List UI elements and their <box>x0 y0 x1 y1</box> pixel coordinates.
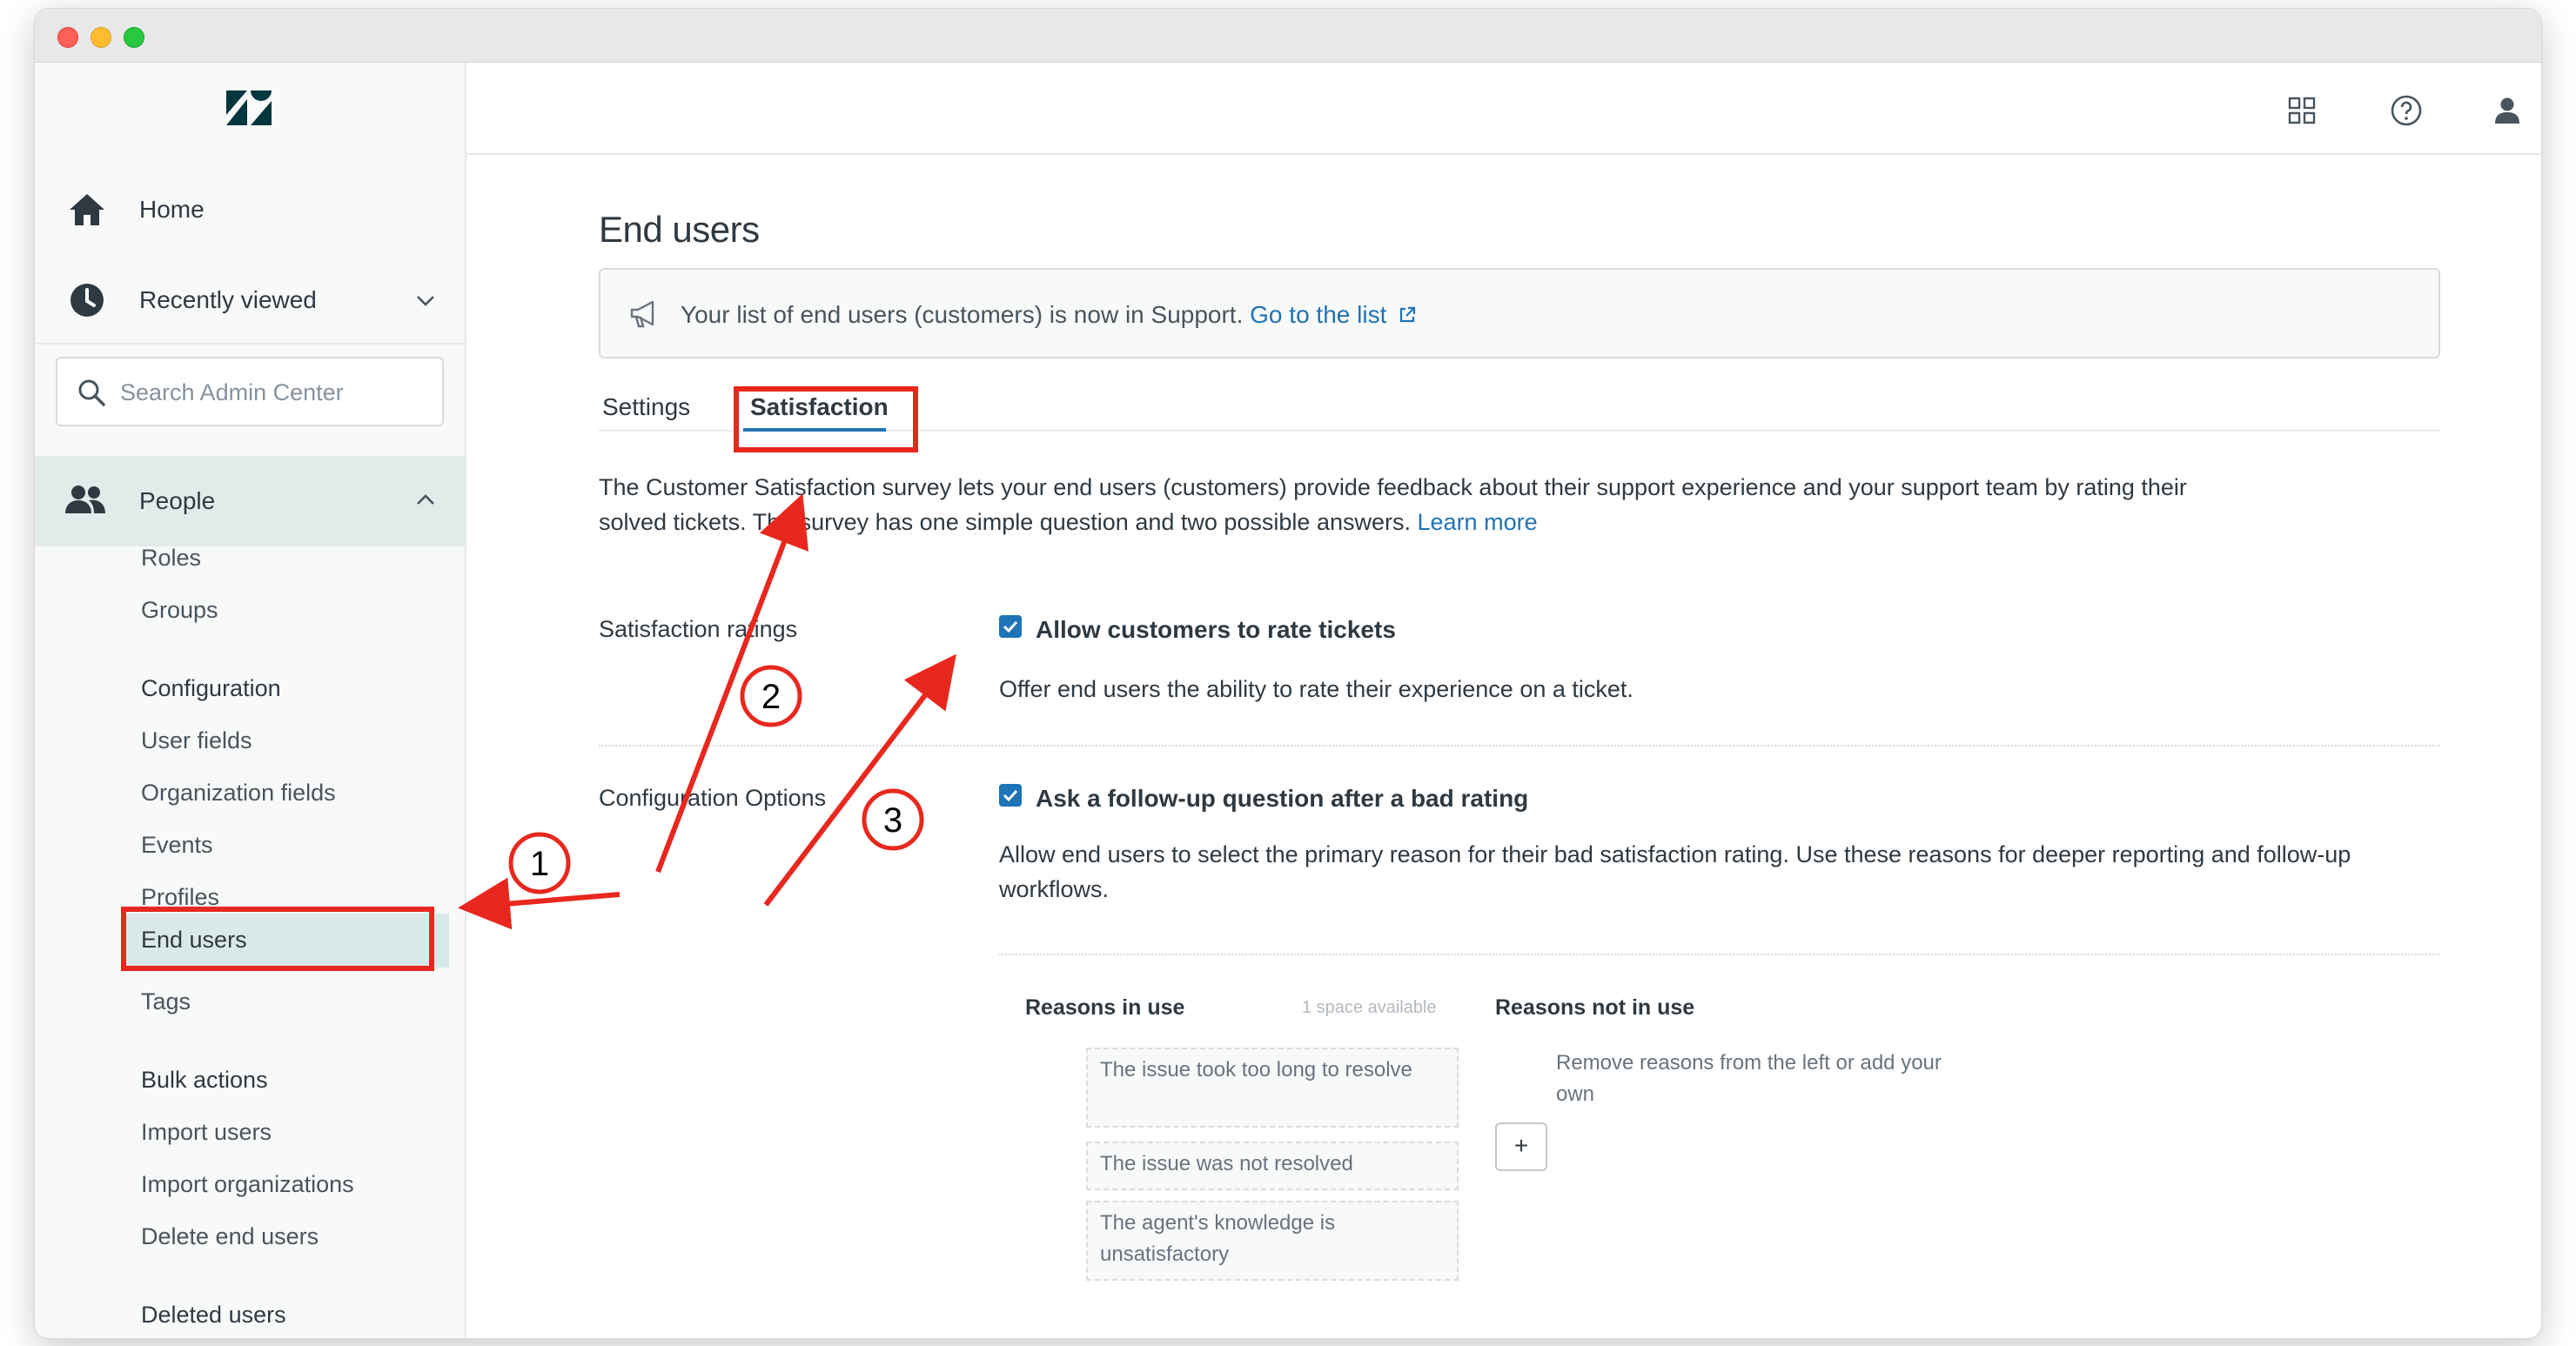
sidebar-item-label: Home <box>139 196 205 223</box>
chevron-down-icon[interactable] <box>414 289 437 311</box>
sidebar-subitem-roles[interactable]: Roles <box>141 545 201 572</box>
sidebar-item-label: Recently viewed <box>139 286 317 313</box>
title-bar <box>35 9 2541 63</box>
close-window-button[interactable] <box>57 27 78 48</box>
sidebar-item-label: People <box>139 487 216 514</box>
browser-window: Home Recently viewed Search Admin Center <box>35 9 2541 1338</box>
sidebar-item-home[interactable]: Home <box>35 171 466 249</box>
reasons-not-in-use-heading: Reasons not in use <box>1495 995 1695 1020</box>
search-admin-center-input[interactable]: Search Admin Center <box>56 357 444 426</box>
search-icon <box>78 379 105 406</box>
zoom-window-button[interactable] <box>124 27 144 48</box>
allow-rating-hint: Offer end users the ability to rate thei… <box>999 676 1633 702</box>
sidebar-subitem-import-organizations[interactable]: Import organizations <box>141 1171 354 1198</box>
home-icon <box>70 194 104 225</box>
reason-card[interactable]: The issue took too long to resolve <box>1086 1048 1459 1128</box>
reason-card[interactable]: The issue was not resolved <box>1086 1142 1459 1190</box>
sidebar-heading-configuration: Configuration <box>141 675 281 701</box>
chevron-up-icon[interactable] <box>414 489 437 512</box>
not-in-use-hint: Remove reasons from the left or add your… <box>1556 1051 1942 1106</box>
minimize-window-button[interactable] <box>91 27 111 48</box>
sidebar-heading-bulk-actions: Bulk actions <box>141 1067 268 1093</box>
top-bar <box>466 63 2541 155</box>
user-avatar-icon[interactable] <box>2491 94 2524 127</box>
sidebar-subitem-user-fields[interactable]: User fields <box>141 727 252 754</box>
sidebar-item-people[interactable]: People <box>35 456 466 546</box>
zendesk-logo-icon[interactable] <box>225 89 273 127</box>
sidebar-subitem-events[interactable]: Events <box>141 832 213 859</box>
help-icon[interactable] <box>2390 94 2423 127</box>
sidebar-subitem-delete-end-users[interactable]: Delete end users <box>141 1223 319 1250</box>
people-icon <box>65 485 105 513</box>
sidebar-item-recently-viewed[interactable]: Recently viewed <box>35 261 466 339</box>
admin-sidebar: Home Recently viewed Search Admin Center <box>35 63 466 1338</box>
page-title: End users <box>599 209 760 250</box>
learn-more-link[interactable]: Learn more <box>1418 509 1538 535</box>
sidebar-subitem-tags[interactable]: Tags <box>141 988 191 1015</box>
followup-question-checkbox[interactable] <box>999 784 1022 807</box>
external-link-icon <box>1400 306 1416 323</box>
satisfaction-description: The Customer Satisfaction survey lets yo… <box>599 470 2252 539</box>
clock-icon <box>70 284 104 317</box>
notice-banner: Your list of end users (customers) is no… <box>599 268 2440 358</box>
sidebar-subitem-groups[interactable]: Groups <box>141 597 218 624</box>
go-to-list-link[interactable]: Go to the list <box>1250 301 1386 328</box>
section-divider <box>599 745 2440 747</box>
reason-card[interactable]: The agent's knowledge is unsatisfactory <box>1086 1201 1459 1281</box>
sidebar-subitem-import-users[interactable]: Import users <box>141 1119 272 1146</box>
main-content: End users Your list of end users (custom… <box>466 157 2541 1338</box>
sidebar-divider <box>35 343 466 345</box>
add-reason-button[interactable]: + <box>1495 1122 1547 1171</box>
followup-question-label[interactable]: Ask a follow-up question after a bad rat… <box>1036 785 1528 813</box>
sidebar-item-deleted-users[interactable]: Deleted users <box>141 1302 286 1329</box>
sidebar-subitem-label: End users <box>141 927 247 953</box>
satisfaction-ratings-label: Satisfaction ratings <box>599 616 798 642</box>
reasons-divider <box>999 954 2440 955</box>
tab-satisfaction[interactable]: Satisfaction <box>750 393 889 421</box>
megaphone-icon <box>630 300 654 328</box>
sidebar-subitem-organization-fields[interactable]: Organization fields <box>141 780 336 807</box>
followup-question-hint: Allow end users to select the primary re… <box>999 841 2351 902</box>
products-grid-icon[interactable] <box>2285 94 2318 127</box>
description-text: The Customer Satisfaction survey lets yo… <box>599 474 2187 535</box>
sidebar-subitem-profiles[interactable]: Profiles <box>141 884 219 911</box>
tab-settings[interactable]: Settings <box>602 393 690 421</box>
reasons-in-use-heading: Reasons in use <box>1025 995 1185 1020</box>
allow-rating-checkbox[interactable] <box>999 615 1022 638</box>
notice-text: Your list of end users (customers) is no… <box>681 301 1418 329</box>
tab-bar: Settings Satisfaction <box>599 385 2440 432</box>
selected-tab-indicator <box>743 428 886 432</box>
notice-message: Your list of end users (customers) is no… <box>681 301 1244 328</box>
configuration-options-label: Configuration Options <box>599 785 827 811</box>
allow-rating-label[interactable]: Allow customers to rate tickets <box>1036 616 1396 644</box>
search-placeholder: Search Admin Center <box>120 379 344 405</box>
sidebar-subitem-end-users[interactable]: End users <box>125 914 449 968</box>
space-available-note: 1 space available <box>1302 998 1437 1017</box>
